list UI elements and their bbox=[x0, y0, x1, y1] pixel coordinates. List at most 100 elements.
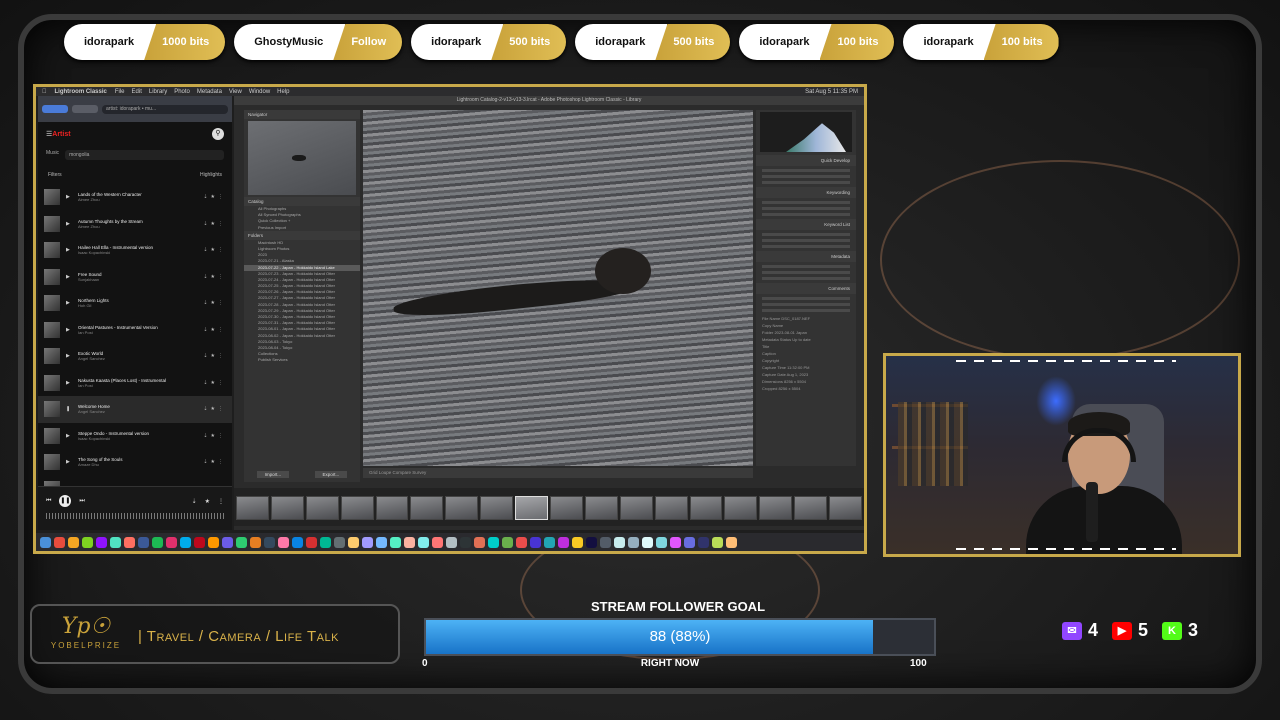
address-bar[interactable]: artist: idorapark • mu... bbox=[102, 104, 228, 114]
filmstrip-thumbnail[interactable] bbox=[445, 496, 479, 520]
dock-app-icon[interactable] bbox=[306, 536, 317, 548]
dock-app-icon[interactable] bbox=[152, 536, 163, 548]
track-actions[interactable]: ⇣★⋮ bbox=[203, 406, 226, 412]
play-icon[interactable]: ▶ bbox=[66, 433, 72, 439]
folders-panel-header[interactable]: Folders bbox=[244, 230, 360, 240]
search-scope-select[interactable]: Music bbox=[46, 150, 59, 160]
pause-icon[interactable]: ❚❚ bbox=[59, 495, 72, 507]
panel-section-header[interactable]: Keywording bbox=[756, 187, 856, 198]
dock-app-icon[interactable] bbox=[250, 536, 261, 548]
dock-app-icon[interactable] bbox=[460, 536, 471, 548]
dock-app-icon[interactable] bbox=[362, 536, 373, 548]
menubar-item[interactable]: Window bbox=[249, 89, 270, 95]
play-icon[interactable]: ▶ bbox=[66, 247, 72, 253]
dock-app-icon[interactable] bbox=[544, 536, 555, 548]
track-row[interactable]: ▶ Nakusta Kaasta (Places Lost) - Instrume… bbox=[38, 370, 232, 397]
play-icon[interactable]: ▶ bbox=[66, 459, 72, 465]
waveform[interactable] bbox=[46, 513, 224, 519]
pause-icon[interactable]: ❚ bbox=[66, 406, 72, 412]
dock-app-icon[interactable] bbox=[376, 536, 387, 548]
panel-section-header[interactable]: Metadata bbox=[756, 251, 856, 262]
search-icon[interactable]: ⚲ bbox=[212, 128, 224, 140]
track-actions[interactable]: ⇣★⋮ bbox=[203, 327, 226, 333]
track-actions[interactable]: ⇣★⋮ bbox=[203, 459, 226, 465]
filmstrip-thumbnail[interactable] bbox=[829, 496, 863, 520]
filmstrip-thumbnail[interactable] bbox=[794, 496, 828, 520]
filmstrip-thumbnail[interactable] bbox=[410, 496, 444, 520]
filmstrip-thumbnail[interactable] bbox=[270, 496, 304, 520]
dock-app-icon[interactable] bbox=[684, 536, 695, 548]
play-icon[interactable]: ▶ bbox=[66, 380, 72, 386]
track-actions[interactable]: ⇣★⋮ bbox=[203, 247, 226, 253]
dock-app-icon[interactable] bbox=[110, 536, 121, 548]
dock-app-icon[interactable] bbox=[348, 536, 359, 548]
filmstrip-thumbnail[interactable] bbox=[305, 496, 339, 520]
track-row[interactable]: ▶ Oriental Pastures - Instrumental Versio… bbox=[38, 317, 232, 344]
track-row[interactable]: ❚ Welcome Home Angel Sanchez ⇣★⋮ bbox=[38, 396, 232, 423]
filmstrip-thumbnail[interactable] bbox=[236, 496, 269, 520]
more-icon[interactable]: ⋮ bbox=[218, 498, 224, 505]
menubar-item[interactable]: Edit bbox=[132, 89, 142, 95]
dock-app-icon[interactable] bbox=[194, 536, 205, 548]
panel-section-header[interactable]: Comments bbox=[756, 283, 856, 294]
dock-app-icon[interactable] bbox=[572, 536, 583, 548]
track-actions[interactable]: ⇣★⋮ bbox=[203, 380, 226, 386]
dock-app-icon[interactable] bbox=[432, 536, 443, 548]
dock-app-icon[interactable] bbox=[264, 536, 275, 548]
track-row[interactable]: ▶ Free Sound Sunjakhaan ⇣★⋮ bbox=[38, 264, 232, 291]
next-icon[interactable]: ⏭ bbox=[79, 498, 84, 505]
play-icon[interactable]: ▶ bbox=[66, 300, 72, 306]
track-row[interactable]: ▶ Exotic World Angel Sanchez ⇣★⋮ bbox=[38, 343, 232, 370]
play-icon[interactable]: ▶ bbox=[66, 274, 72, 280]
dock-app-icon[interactable] bbox=[712, 536, 723, 548]
browser-tab[interactable] bbox=[72, 105, 98, 113]
dock-app-icon[interactable] bbox=[278, 536, 289, 548]
dock-app-icon[interactable] bbox=[236, 536, 247, 548]
folder-item[interactable]: Publish Services bbox=[244, 357, 360, 363]
track-actions[interactable]: ⇣★⋮ bbox=[203, 353, 226, 359]
track-actions[interactable]: ⇣★⋮ bbox=[203, 194, 226, 200]
dock-app-icon[interactable] bbox=[558, 536, 569, 548]
dock-app-icon[interactable] bbox=[726, 536, 737, 548]
dock-app-icon[interactable] bbox=[68, 536, 79, 548]
dock-app-icon[interactable] bbox=[390, 536, 401, 548]
dock-app-icon[interactable] bbox=[586, 536, 597, 548]
menubar-clock[interactable]: Sat Aug 5 11:35 PM bbox=[805, 89, 858, 95]
filters-button[interactable]: Filters bbox=[48, 172, 62, 178]
track-row[interactable]: ▶ Northern Lights Hoh Gil ⇣★⋮ bbox=[38, 290, 232, 317]
dock-app-icon[interactable] bbox=[614, 536, 625, 548]
filmstrip-thumbnail[interactable] bbox=[759, 496, 793, 520]
filmstrip-thumbnail[interactable] bbox=[654, 496, 688, 520]
dock-app-icon[interactable] bbox=[334, 536, 345, 548]
menubar-item[interactable]: Help bbox=[277, 89, 289, 95]
dock-app-icon[interactable] bbox=[516, 536, 527, 548]
download-icon[interactable]: ⇣ bbox=[192, 498, 197, 505]
filmstrip-thumbnail[interactable] bbox=[515, 496, 549, 520]
search-input[interactable]: mongolia bbox=[65, 150, 224, 160]
dock-app-icon[interactable] bbox=[138, 536, 149, 548]
filmstrip-thumbnail[interactable] bbox=[724, 496, 758, 520]
dock-app-icon[interactable] bbox=[642, 536, 653, 548]
filmstrip-thumbnail[interactable] bbox=[550, 496, 583, 520]
dock-app-icon[interactable] bbox=[54, 536, 65, 548]
browser-tab[interactable] bbox=[42, 105, 68, 113]
filmstrip-thumbnail[interactable] bbox=[340, 496, 374, 520]
panel-section-header[interactable]: Quick Develop bbox=[756, 155, 856, 166]
track-actions[interactable]: ⇣★⋮ bbox=[203, 221, 226, 227]
dock-app-icon[interactable] bbox=[292, 536, 303, 548]
dock-app-icon[interactable] bbox=[670, 536, 681, 548]
play-icon[interactable]: ▶ bbox=[66, 353, 72, 359]
dock-app-icon[interactable] bbox=[530, 536, 541, 548]
dock-app-icon[interactable] bbox=[208, 536, 219, 548]
dock-app-icon[interactable] bbox=[502, 536, 513, 548]
dock-app-icon[interactable] bbox=[474, 536, 485, 548]
track-row[interactable]: ▶ Autumn Thoughts by the Stream Aimee Zhou… bbox=[38, 211, 232, 238]
highlights-toggle[interactable]: Highlights bbox=[200, 172, 222, 178]
dock-app-icon[interactable] bbox=[600, 536, 611, 548]
filmstrip-thumbnail[interactable] bbox=[480, 496, 514, 520]
favorite-icon[interactable]: ★ bbox=[205, 498, 210, 505]
track-actions[interactable]: ⇣★⋮ bbox=[203, 274, 226, 280]
dock-app-icon[interactable] bbox=[124, 536, 135, 548]
dock-app-icon[interactable] bbox=[222, 536, 233, 548]
navigator-panel-header[interactable]: Navigator bbox=[244, 110, 360, 119]
